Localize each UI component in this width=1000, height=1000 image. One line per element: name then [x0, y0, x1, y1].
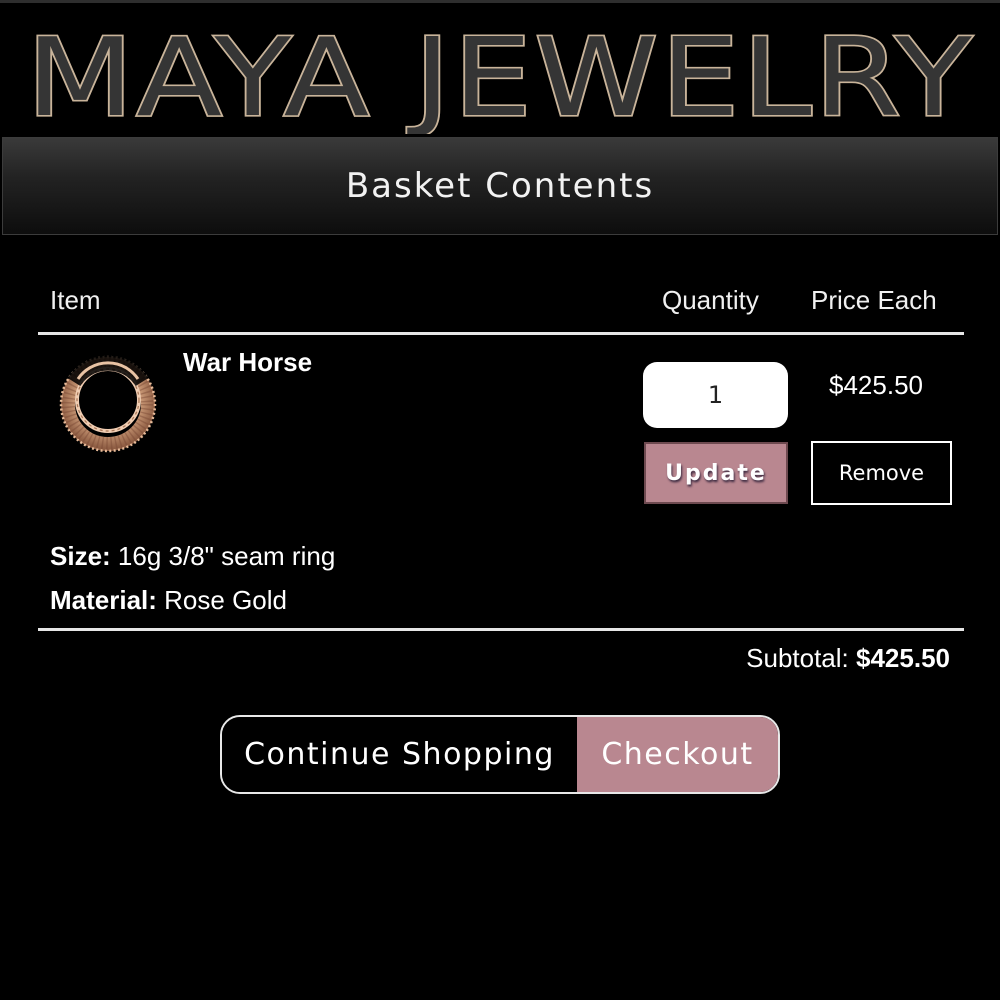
continue-shopping-button[interactable]: Continue Shopping	[222, 717, 577, 792]
quantity-input[interactable]	[643, 362, 788, 428]
site-header: MAYA JEWELRY	[0, 0, 1000, 134]
subtotal-label: Subtotal:	[746, 643, 849, 673]
column-header-item: Item	[50, 285, 101, 315]
page-title-bar: Basket Contents	[2, 137, 998, 235]
cart-actions: Continue Shopping Checkout	[220, 715, 780, 794]
product-attribute-size: Size: 16g 3/8" seam ring	[50, 541, 335, 572]
attribute-value: 16g 3/8" seam ring	[117, 541, 336, 571]
page-title: Basket Contents	[345, 166, 655, 206]
column-header-price-each: Price Each	[811, 285, 937, 315]
brand-logo[interactable]: MAYA JEWELRY	[0, 3, 1000, 134]
subtotal-value: $425.50	[856, 643, 950, 673]
column-header-quantity: Quantity	[662, 285, 759, 315]
header-divider	[38, 332, 964, 335]
product-image[interactable]	[56, 352, 160, 456]
product-name[interactable]: War Horse	[183, 347, 312, 378]
subtotal: Subtotal: $425.50	[746, 643, 950, 674]
remove-button[interactable]: Remove	[811, 441, 952, 505]
subtotal-divider	[38, 628, 964, 631]
attribute-label: Size:	[50, 541, 111, 571]
update-button[interactable]: Update	[644, 442, 788, 504]
brand-logo-text: MAYA JEWELRY	[26, 16, 974, 134]
price-each-value: $425.50	[829, 370, 923, 400]
seam-ring-icon	[59, 355, 157, 453]
checkout-button[interactable]: Checkout	[577, 717, 778, 792]
attribute-value: Rose Gold	[164, 585, 287, 615]
product-attribute-material: Material: Rose Gold	[50, 585, 287, 616]
attribute-label: Material:	[50, 585, 157, 615]
